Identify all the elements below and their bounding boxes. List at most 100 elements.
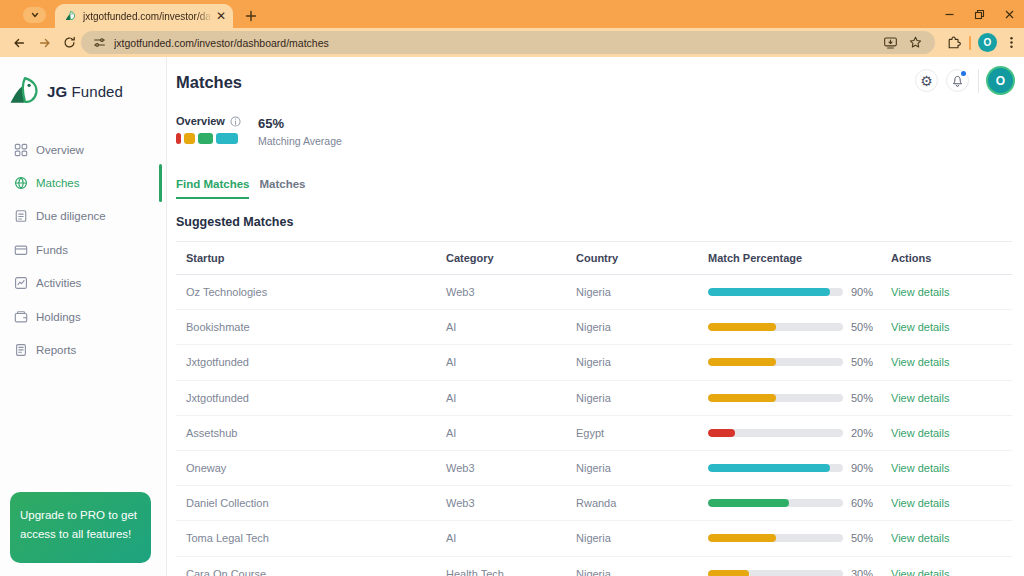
window-close-button[interactable] (994, 0, 1024, 28)
startup-cell: Oz Technologies (186, 286, 446, 298)
match-progress-bar (708, 570, 749, 576)
startup-cell: Cara On Course (186, 568, 446, 576)
view-details-link[interactable]: View details (891, 286, 1012, 298)
close-icon (1004, 9, 1015, 20)
match-percentage-cell: 90% (708, 462, 891, 474)
restore-icon (974, 9, 985, 20)
brand-logo-icon (8, 75, 44, 108)
column-header-actions: Actions (891, 252, 1012, 264)
column-header-country: Country (576, 252, 708, 264)
extensions-icon[interactable] (947, 35, 962, 50)
column-header-match-percentage: Match Percentage (708, 252, 891, 264)
sidebar-item-label: Due diligence (36, 210, 106, 222)
match-progress-bar (708, 394, 776, 402)
sidebar-item-reports[interactable]: Reports (0, 333, 166, 366)
column-header-category: Category (446, 252, 576, 264)
new-tab-button[interactable] (239, 4, 263, 28)
match-percentage-cell: 20% (708, 427, 891, 439)
column-header-startup: Startup (186, 252, 446, 264)
view-details-link[interactable]: View details (891, 356, 1012, 368)
browser-tab[interactable]: jxtgotfunded.com/investor/dash ✕ (55, 4, 233, 28)
country-cell: Rwanda (576, 497, 708, 509)
match-percentage-value: 50% (851, 392, 873, 404)
match-percentage-cell: 50% (708, 532, 891, 544)
match-progress-track (708, 570, 843, 576)
notifications-button[interactable] (946, 69, 969, 92)
upgrade-banner[interactable]: Upgrade to PRO to get access to all feat… (10, 492, 151, 563)
sidebar-item-label: Holdings (36, 311, 81, 323)
country-cell: Egypt (576, 427, 708, 439)
table-row: Toma Legal TechAINigeria50%View details (176, 521, 1012, 556)
window-restore-button[interactable] (964, 0, 994, 28)
sidebar-nav: Overview Matches Due diligence FundsActivit… (0, 133, 166, 367)
bookmark-star-icon[interactable] (908, 35, 923, 50)
sidebar-item-matches[interactable]: Matches (0, 166, 166, 199)
back-icon (12, 36, 26, 50)
matching-average-label: Matching Average (258, 135, 342, 147)
settings-button[interactable]: ⚙ (915, 69, 938, 92)
sidebar-item-due-diligence[interactable]: Due diligence (0, 200, 166, 233)
table-row: OnewayWeb3Nigeria90%View details (176, 451, 1012, 486)
view-details-link[interactable]: View details (891, 427, 1012, 439)
startup-cell: Daniel Collection (186, 497, 446, 509)
view-details-link[interactable]: View details (891, 462, 1012, 474)
info-icon[interactable] (230, 116, 241, 127)
url-bar[interactable]: jxtgotfunded.com/investor/dashboard/matc… (81, 31, 935, 54)
save-page-icon[interactable] (883, 35, 898, 50)
back-button[interactable] (7, 31, 30, 54)
sidebar-item-holdings[interactable]: Holdings (0, 300, 166, 333)
table-row: BookishmateAINigeria50%View details (176, 310, 1012, 345)
sidebar-item-funds[interactable]: Funds (0, 233, 166, 266)
forward-icon (38, 36, 52, 50)
match-progress-bar (708, 429, 735, 437)
category-cell: AI (446, 356, 576, 368)
match-percentage-value: 50% (851, 321, 873, 333)
brand-logo[interactable]: JG Funded (8, 75, 166, 108)
browser-tabstrip: jxtgotfunded.com/investor/dash ✕ (0, 0, 1024, 28)
browser-profile-avatar[interactable]: O (978, 33, 997, 52)
sidebar-item-label: Matches (36, 177, 79, 189)
user-avatar[interactable]: O (988, 68, 1013, 93)
country-cell: Nigeria (576, 321, 708, 333)
view-details-link[interactable]: View details (891, 532, 1012, 544)
tab-search-button[interactable] (23, 7, 46, 23)
tab-find-matches[interactable]: Find Matches (176, 178, 249, 199)
overview-label: Overview (176, 115, 225, 127)
tab-matches[interactable]: Matches (259, 178, 305, 199)
match-progress-bar (708, 464, 830, 472)
table-row: AssetshubAIEgypt20%View details (176, 416, 1012, 451)
category-cell: Web3 (446, 497, 576, 509)
view-details-link[interactable]: View details (891, 392, 1012, 404)
forward-button[interactable] (33, 31, 56, 54)
sidebar-item-activities[interactable]: Activities (0, 267, 166, 300)
window-minimize-button[interactable] (934, 0, 964, 28)
page-title: Matches (176, 73, 1012, 92)
match-progress-track (708, 288, 843, 296)
category-cell: AI (446, 392, 576, 404)
menu-dots-icon[interactable] (1005, 36, 1018, 49)
card-icon (14, 243, 28, 257)
view-details-link[interactable]: View details (891, 568, 1012, 576)
match-progress-track (708, 394, 843, 402)
match-percentage-cell: 30% (708, 568, 891, 576)
sidebar: JG Funded Overview Matches Due diligence Fu… (0, 57, 167, 576)
wallet-icon (14, 310, 28, 324)
header-divider (978, 69, 979, 93)
category-cell: AI (446, 427, 576, 439)
match-percentage-cell: 60% (708, 497, 891, 509)
matches-table: StartupCategoryCountryMatch PercentageAc… (176, 241, 1012, 576)
match-progress-track (708, 429, 843, 437)
overview-bar-red (176, 133, 181, 144)
sidebar-item-overview[interactable]: Overview (0, 133, 166, 166)
overview-bars (176, 133, 258, 144)
tab-close-icon[interactable]: ✕ (216, 9, 226, 23)
main-content: Matches ⚙ O Overview 65% Matchin (167, 57, 1024, 576)
tab-title: jxtgotfunded.com/investor/dash (83, 11, 212, 22)
reload-button[interactable] (58, 31, 81, 54)
view-details-link[interactable]: View details (891, 497, 1012, 509)
startup-cell: Assetshub (186, 427, 446, 439)
url-text: jxtgotfunded.com/investor/dashboard/matc… (114, 37, 873, 49)
match-progress-track (708, 358, 843, 366)
view-details-link[interactable]: View details (891, 321, 1012, 333)
table-row: Oz TechnologiesWeb3Nigeria90%View detail… (176, 275, 1012, 310)
